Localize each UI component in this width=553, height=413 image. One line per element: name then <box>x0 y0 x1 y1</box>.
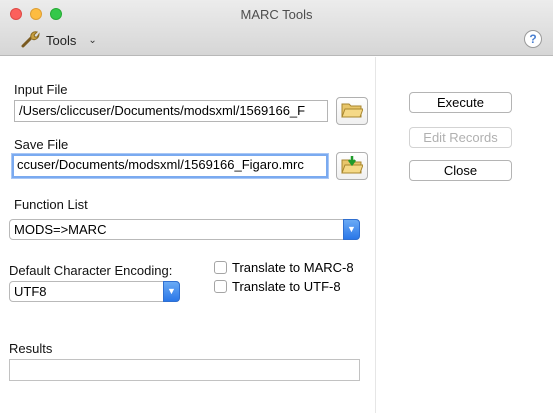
save-folder-icon <box>341 155 364 178</box>
encoding-value: UTF8 <box>14 284 47 299</box>
function-list-label: Function List <box>14 197 88 212</box>
wrench-icon <box>20 29 40 52</box>
input-file-label: Input File <box>14 82 68 97</box>
window-title: MARC Tools <box>240 7 313 22</box>
save-file-field[interactable]: ccuser/Documents/modsxml/1569166_Figaro.… <box>12 154 328 178</box>
translate-marc8-option[interactable]: Translate to MARC-8 <box>214 260 354 275</box>
translate-utf8-label: Translate to UTF-8 <box>232 279 341 294</box>
chevron-down-icon: ▼ <box>343 219 360 240</box>
translate-marc8-label: Translate to MARC-8 <box>232 260 354 275</box>
browse-input-button[interactable] <box>336 97 368 125</box>
tools-menu-label: Tools <box>46 32 77 48</box>
help-button[interactable]: ? <box>524 30 542 48</box>
main-panel: Input File /Users/cliccuser/Documents/mo… <box>0 57 553 413</box>
chevron-down-icon: ▼ <box>163 281 180 302</box>
save-file-label: Save File <box>14 137 69 152</box>
edit-records-button[interactable]: Edit Records <box>409 127 512 148</box>
results-label: Results <box>9 341 53 356</box>
execute-button[interactable]: Execute <box>409 92 512 113</box>
translate-utf8-checkbox[interactable] <box>214 280 227 293</box>
function-list-value: MODS=>MARC <box>14 222 107 237</box>
close-button[interactable]: Close <box>409 160 512 181</box>
chevron-down-icon: ⌄ <box>88 34 97 46</box>
encoding-select[interactable]: UTF8 ▼ <box>9 281 180 302</box>
tools-menu[interactable]: Tools ⌄ <box>20 29 97 51</box>
panel-divider <box>375 57 376 413</box>
title-bar: MARC Tools Tools ⌄ ? <box>0 0 553 56</box>
open-folder-icon <box>341 101 364 122</box>
input-file-field[interactable]: /Users/cliccuser/Documents/modsxml/15691… <box>14 100 328 122</box>
results-field[interactable] <box>9 359 360 381</box>
function-list-select[interactable]: MODS=>MARC ▼ <box>9 219 360 240</box>
translate-utf8-option[interactable]: Translate to UTF-8 <box>214 279 341 294</box>
browse-save-button[interactable] <box>336 152 368 180</box>
translate-marc8-checkbox[interactable] <box>214 261 227 274</box>
encoding-label: Default Character Encoding: <box>9 263 173 278</box>
